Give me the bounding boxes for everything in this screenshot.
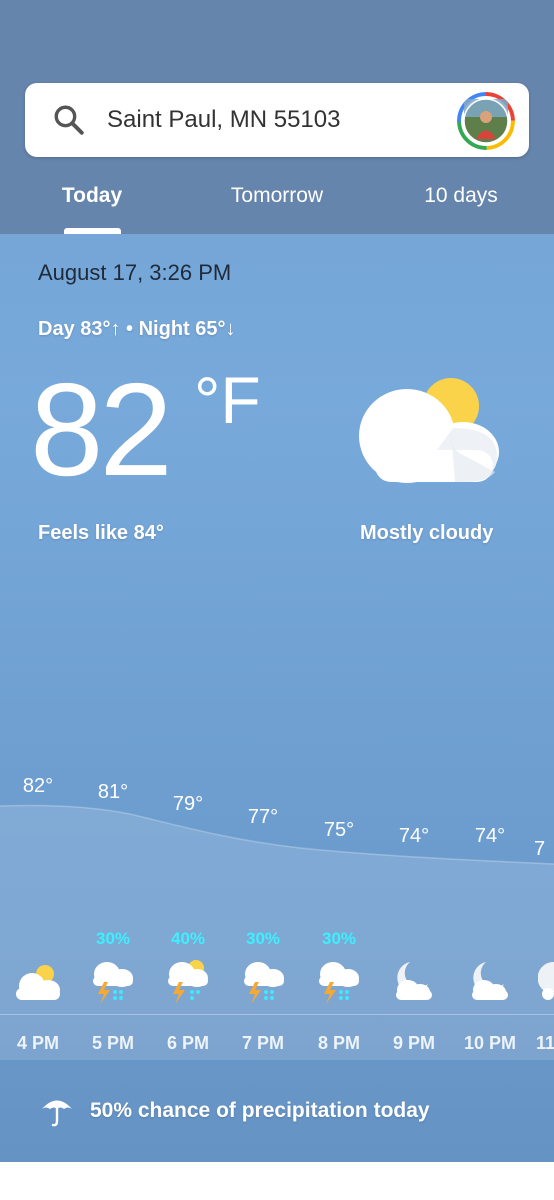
weather-app: Saint Paul, MN 55103 Today Tomorrow 10 d… — [0, 0, 554, 1162]
thunderstorm-icon — [244, 962, 284, 1004]
precip-6pm: 40% — [170, 929, 206, 948]
location-text[interactable]: Saint Paul, MN 55103 — [107, 104, 340, 136]
hour-label-4pm: 4 PM — [16, 1033, 59, 1053]
tab-tomorrow[interactable]: Tomorrow — [214, 180, 340, 214]
thunderstorm-icon — [93, 962, 133, 1004]
hour-label-11pm: 11 — [536, 1033, 554, 1053]
partly-cloudy-icon — [359, 378, 499, 483]
hourly-temp-6pm: 79° — [172, 793, 204, 815]
divider — [0, 1014, 554, 1015]
avatar[interactable] — [457, 92, 515, 150]
feels-like: Feels like 84° — [38, 522, 164, 544]
active-tab-indicator — [64, 228, 121, 234]
search-icon[interactable] — [52, 103, 86, 137]
tab-10-days[interactable]: 10 days — [410, 180, 512, 214]
current-datetime: August 17, 3:26 PM — [38, 260, 232, 285]
condition-text: Mostly cloudy — [360, 522, 494, 544]
partly-cloudy-icon — [16, 965, 60, 1000]
hourly-temp-4pm: 82° — [22, 775, 54, 797]
hour-label-6pm: 6 PM — [166, 1033, 209, 1053]
hourly-temp-7pm: 77° — [247, 806, 279, 828]
hour-label-9pm: 9 PM — [392, 1033, 435, 1053]
hour-label-10pm: 10 PM — [463, 1033, 517, 1053]
sunny-thunderstorm-icon — [168, 960, 208, 1004]
hourly-temp-5pm: 81° — [97, 781, 129, 803]
precip-7pm: 30% — [245, 929, 281, 948]
precip-8pm: 30% — [321, 929, 357, 948]
hourly-temp-10pm: 74° — [474, 825, 506, 847]
precip-5pm: 30% — [95, 929, 131, 948]
hourly-temp-9pm: 74° — [398, 825, 430, 847]
cloudy-night-icon — [472, 962, 508, 1000]
hourly-temp-11pm: 7 — [534, 838, 546, 860]
current-temperature: 82 — [30, 356, 173, 503]
hourly-temp-8pm: 75° — [323, 819, 355, 841]
tab-today[interactable]: Today — [46, 180, 138, 214]
hour-label-5pm: 5 PM — [91, 1033, 134, 1053]
cloudy-night-icon — [396, 962, 432, 1000]
precipitation-summary: 50% chance of precipitation today — [90, 1099, 430, 1122]
day-night-temps: Day 83°↑ • Night 65°↓ — [38, 318, 236, 340]
umbrella-icon — [42, 1100, 72, 1127]
cloudy-night-icon — [538, 962, 554, 1000]
hour-label-8pm: 8 PM — [317, 1033, 360, 1053]
temperature-unit: °F — [194, 363, 261, 437]
hour-label-7pm: 7 PM — [241, 1033, 284, 1053]
thunderstorm-icon — [319, 962, 359, 1004]
